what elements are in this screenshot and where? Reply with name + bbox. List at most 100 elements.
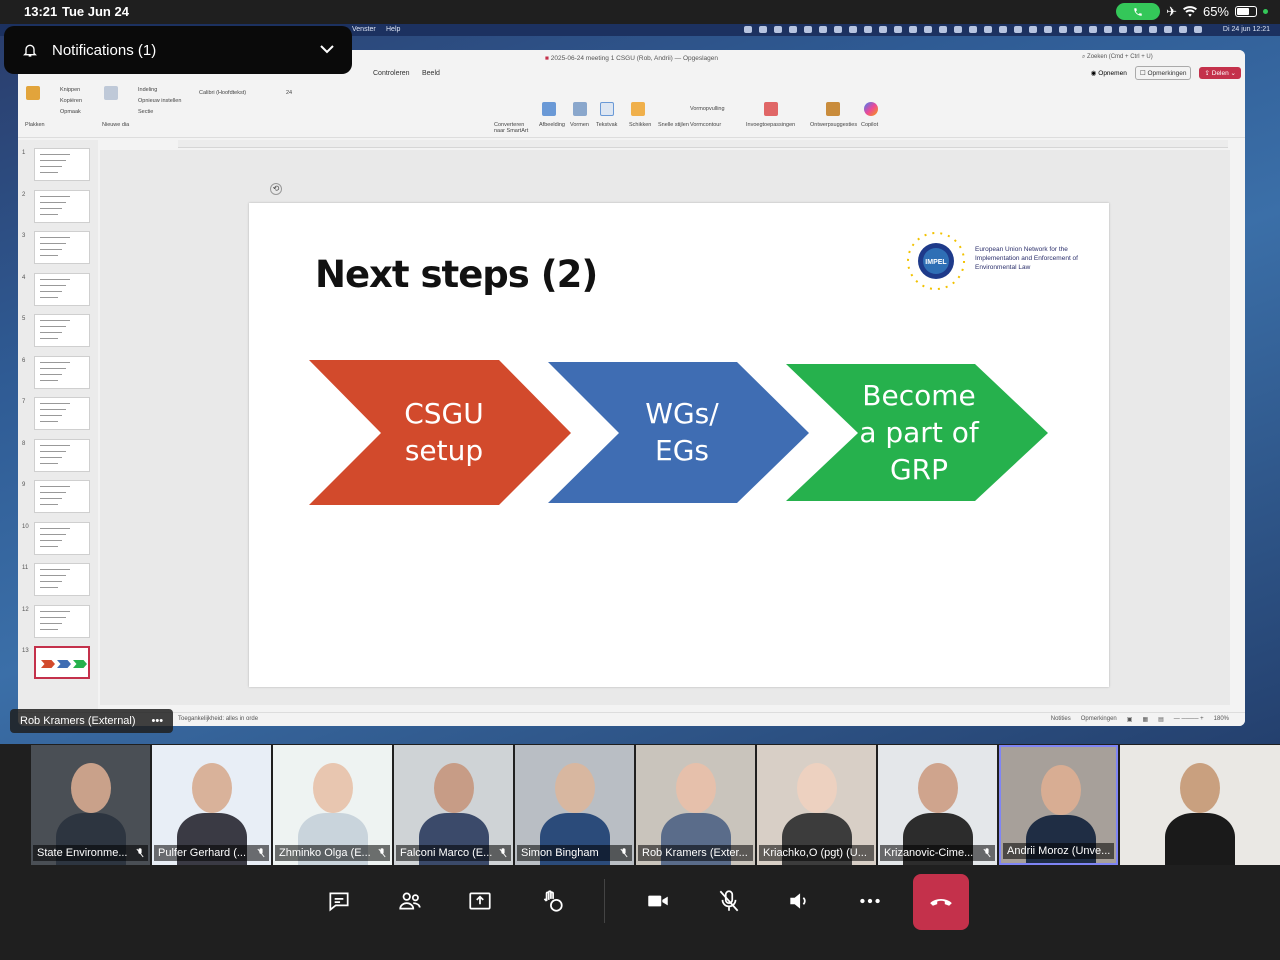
picture-icon[interactable] bbox=[542, 102, 556, 116]
thumbnail-text-line bbox=[40, 166, 62, 167]
share-screen-button[interactable] bbox=[458, 879, 502, 923]
reset-label[interactable]: Opnieuw instellen bbox=[138, 98, 181, 104]
slide-thumbnail[interactable] bbox=[34, 563, 90, 596]
view-reading-icon[interactable]: ▤ bbox=[1158, 716, 1164, 723]
smartart-label[interactable]: Converteren naar SmartArt bbox=[494, 122, 534, 134]
participant-tile[interactable]: Krizanovic-Cime... bbox=[878, 745, 997, 865]
participant-name: State Environme... bbox=[33, 845, 148, 861]
thumbnail-text-line bbox=[40, 486, 70, 487]
thumbnail-text-line bbox=[40, 326, 66, 327]
speaker-button[interactable] bbox=[777, 879, 821, 923]
step-3-label: Become a part of GRP bbox=[859, 379, 979, 486]
tab-controleren[interactable]: Controleren bbox=[373, 70, 410, 77]
font-size-select[interactable]: 24 bbox=[286, 90, 292, 96]
thumbnail-text-line bbox=[40, 492, 66, 493]
mac-clock: Di 24 jun 12:21 bbox=[1222, 26, 1270, 33]
muted-mic-icon bbox=[257, 848, 265, 858]
copy-label[interactable]: Kopiëren bbox=[60, 98, 82, 104]
ppt-status-bar: Toegankelijkheid: alles in orde Notities… bbox=[18, 712, 1245, 726]
slide-thumbnail[interactable] bbox=[34, 604, 90, 638]
slide-thumbnail[interactable] bbox=[34, 231, 90, 264]
slide-thumbnail[interactable] bbox=[34, 480, 90, 513]
layout-label[interactable]: Indeling bbox=[138, 87, 157, 93]
slide[interactable]: Next steps (2) IMPEL European Union Netw… bbox=[249, 203, 1109, 687]
participant-tile[interactable]: State Environme... bbox=[31, 745, 150, 865]
presenter-more-button[interactable]: ••• bbox=[152, 715, 164, 727]
zoom-level[interactable]: 180% bbox=[1214, 716, 1229, 723]
chat-button[interactable] bbox=[317, 879, 361, 923]
slide-options-icon[interactable]: ⟲ bbox=[270, 183, 282, 195]
thumbnail-text-line bbox=[40, 320, 70, 321]
participant-tile[interactable]: Kriachko,O (pgt) (U... bbox=[757, 745, 876, 865]
participant-tile[interactable]: Zhminko Olga (E... bbox=[273, 745, 392, 865]
thumbnail-text-line bbox=[40, 415, 62, 416]
status-comments-button[interactable]: Opmerkingen bbox=[1081, 716, 1117, 723]
arrange-icon[interactable] bbox=[631, 102, 645, 116]
accessibility-status[interactable]: Toegankelijkheid: alles in orde bbox=[178, 716, 258, 722]
react-button[interactable] bbox=[530, 879, 574, 923]
thumbnail-number: 7 bbox=[22, 399, 26, 405]
participant-tile[interactable]: Pulfer Gerhard (... bbox=[152, 745, 271, 865]
participant-name: Krizanovic-Cime... bbox=[880, 845, 995, 861]
designer-icon[interactable] bbox=[826, 102, 840, 116]
active-call-icon[interactable] bbox=[1116, 3, 1161, 20]
people-button[interactable] bbox=[388, 879, 432, 923]
participant-tile[interactable] bbox=[1120, 745, 1280, 865]
view-normal-icon[interactable]: ▣ bbox=[1127, 716, 1133, 723]
mic-off-icon bbox=[719, 890, 739, 912]
new-slide-icon[interactable] bbox=[104, 86, 118, 100]
leave-call-button[interactable] bbox=[913, 874, 969, 930]
cut-label[interactable]: Knippen bbox=[60, 87, 80, 93]
notes-button[interactable]: Notities bbox=[1051, 716, 1071, 723]
more-icon bbox=[860, 898, 880, 904]
chevron-down-icon[interactable] bbox=[320, 44, 334, 54]
tab-beeld[interactable]: Beeld bbox=[422, 70, 440, 77]
camera-button[interactable] bbox=[636, 879, 680, 923]
participant-tile[interactable]: Falconi Marco (E... bbox=[394, 745, 513, 865]
zoom-slider[interactable]: — ──── + bbox=[1174, 716, 1204, 723]
font-family-select[interactable]: Calibri (Hoofdtekst) bbox=[199, 90, 246, 96]
comments-button[interactable]: ☐ Opmerkingen bbox=[1134, 66, 1192, 80]
horizontal-ruler bbox=[178, 140, 1228, 148]
participant-tile[interactable]: Simon Bingham bbox=[515, 745, 634, 865]
slide-thumbnail[interactable] bbox=[34, 314, 90, 347]
format-label[interactable]: Opmaak bbox=[60, 109, 81, 115]
thumbnail-text-line bbox=[40, 379, 58, 381]
record-button[interactable]: ◉ Opnemen bbox=[1091, 69, 1127, 77]
participant-tile[interactable]: Rob Kramers (Exter... bbox=[636, 745, 755, 865]
ppt-search[interactable]: ⌕ Zoeken (Cmd + Ctrl + U) bbox=[1082, 54, 1222, 64]
more-button[interactable] bbox=[848, 879, 892, 923]
shapes-icon[interactable] bbox=[573, 102, 587, 116]
menu-venster[interactable]: Venster bbox=[352, 26, 376, 33]
section-label[interactable]: Sectie bbox=[138, 109, 153, 115]
notifications-banner[interactable]: Notifications (1) bbox=[4, 26, 352, 74]
slide-thumbnail[interactable] bbox=[34, 397, 90, 430]
slide-thumbnail[interactable] bbox=[34, 272, 90, 306]
thumbnail-text-line bbox=[40, 243, 66, 244]
share-button[interactable]: ⇪ Delen ⌄ bbox=[1199, 67, 1241, 79]
addins-icon[interactable] bbox=[764, 102, 778, 116]
participant-head bbox=[797, 763, 837, 813]
shapes-label: Vormen bbox=[570, 122, 589, 128]
mic-button[interactable] bbox=[707, 879, 751, 923]
textbox-icon[interactable] bbox=[600, 102, 614, 116]
outline-label[interactable]: Vormcontour bbox=[690, 122, 721, 128]
slide-thumbnail[interactable] bbox=[34, 438, 90, 472]
thumbnail-text-line bbox=[40, 622, 62, 624]
slide-thumbnail[interactable] bbox=[34, 189, 90, 223]
quick-styles-label[interactable]: Snelle stijlen bbox=[658, 122, 689, 128]
slide-thumbnail[interactable] bbox=[34, 646, 90, 679]
thumbnail-text-line bbox=[40, 409, 66, 410]
view-sorter-icon[interactable]: ▦ bbox=[1142, 716, 1148, 723]
slide-thumbnail[interactable] bbox=[34, 521, 90, 555]
ribbon-toolbar: Plakken Knippen Kopiëren Opmaak Nieuwe d… bbox=[18, 82, 1245, 138]
participant-tile[interactable]: Andrii Moroz (Unve... bbox=[999, 745, 1118, 865]
menu-help[interactable]: Help bbox=[386, 26, 400, 33]
copilot-icon[interactable] bbox=[864, 102, 878, 116]
teams-meeting-screen: 13:21 Tue Jun 24 ✈ 65% Venster Help Di 2… bbox=[0, 0, 1280, 960]
participant-head bbox=[555, 763, 595, 813]
paste-icon[interactable] bbox=[26, 86, 40, 100]
slide-thumbnail[interactable] bbox=[34, 355, 90, 389]
fill-label[interactable]: Vormopvulling bbox=[690, 106, 725, 112]
slide-thumbnail[interactable] bbox=[34, 148, 90, 181]
